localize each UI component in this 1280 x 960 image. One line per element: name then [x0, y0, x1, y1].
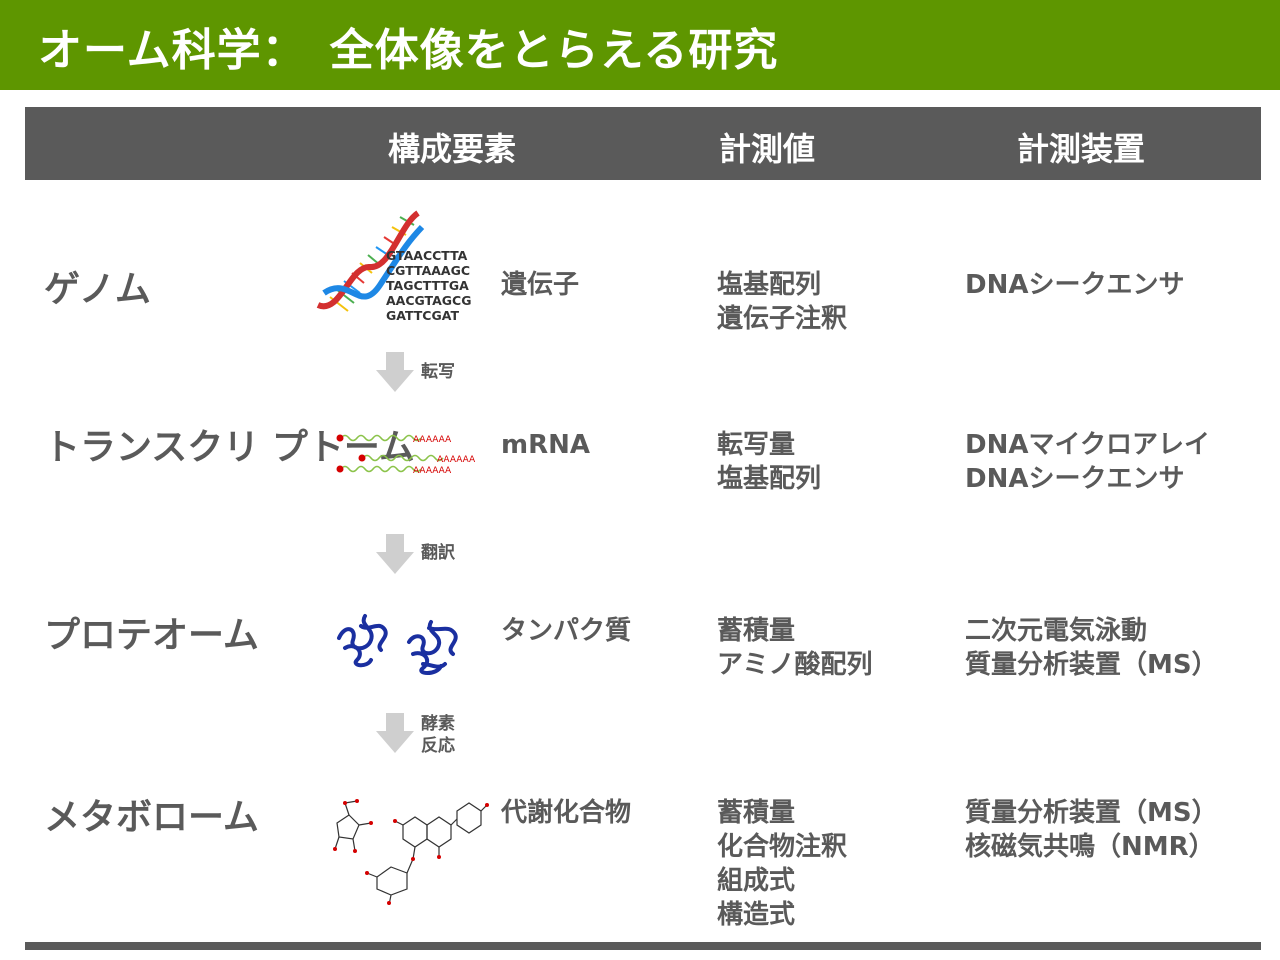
down-arrow-icon: [376, 713, 414, 753]
header-measured: 計測値: [719, 130, 816, 168]
down-arrow-icon: [376, 352, 414, 392]
instrument-metabolome: 質量分析装置（MS） 核磁気共鳴（NMR）: [965, 798, 1218, 862]
arrow-label-enzyme-reaction: 酵素 反応: [421, 714, 455, 756]
instrument-genome: DNAシークエンサ: [965, 270, 1185, 300]
component-protein: タンパク質: [501, 616, 632, 646]
dna-sequence: GTAACCTTA CGTTAAAGC TAGCTTTGA AACGTAGCG …: [386, 248, 472, 323]
mrna-tail-1: AAAAAA: [413, 435, 452, 445]
slide-title: オーム科学： 全体像をとらえる研究: [38, 25, 779, 76]
arrow-label-translation: 翻訳: [421, 543, 455, 563]
arrow-label-transcription: 転写: [421, 362, 455, 382]
component-gene: 遺伝子: [501, 270, 580, 300]
measured-proteome: 蓄積量 アミノ酸配列: [717, 616, 873, 680]
protein-image: [337, 614, 458, 675]
down-arrow-icon: [376, 534, 414, 574]
omic-proteome: プロテオーム: [44, 615, 259, 656]
mrna-image: AAAAAA AAAAAA AAAAAA: [336, 434, 476, 476]
measured-metabolome: 蓄積量 化合物注釈 組成式 構造式: [717, 798, 848, 930]
title-bar: オーム科学： 全体像をとらえる研究: [0, 0, 1280, 90]
header-components: 構成要素: [388, 130, 517, 168]
mrna-tail-3: AAAAAA: [413, 466, 452, 476]
instrument-transcriptome: DNAマイクロアレイ DNAシークエンサ: [965, 430, 1210, 494]
header-instrument: 計測装置: [1017, 130, 1146, 168]
bottom-rule: [25, 942, 1261, 950]
omic-metabolome: メタボローム: [44, 797, 259, 838]
measured-transcriptome: 転写量 塩基配列: [717, 430, 822, 494]
omic-genome: ゲノム: [44, 269, 151, 310]
metabolite-structure-image: [333, 799, 489, 905]
component-metabolite: 代謝化合物: [501, 798, 632, 828]
mrna-tail-2: AAAAAA: [437, 455, 476, 465]
measured-genome: 塩基配列 遺伝子注釈: [717, 270, 848, 334]
component-mrna: mRNA: [501, 430, 590, 460]
instrument-proteome: 二次元電気泳動 質量分析装置（MS）: [965, 616, 1218, 680]
